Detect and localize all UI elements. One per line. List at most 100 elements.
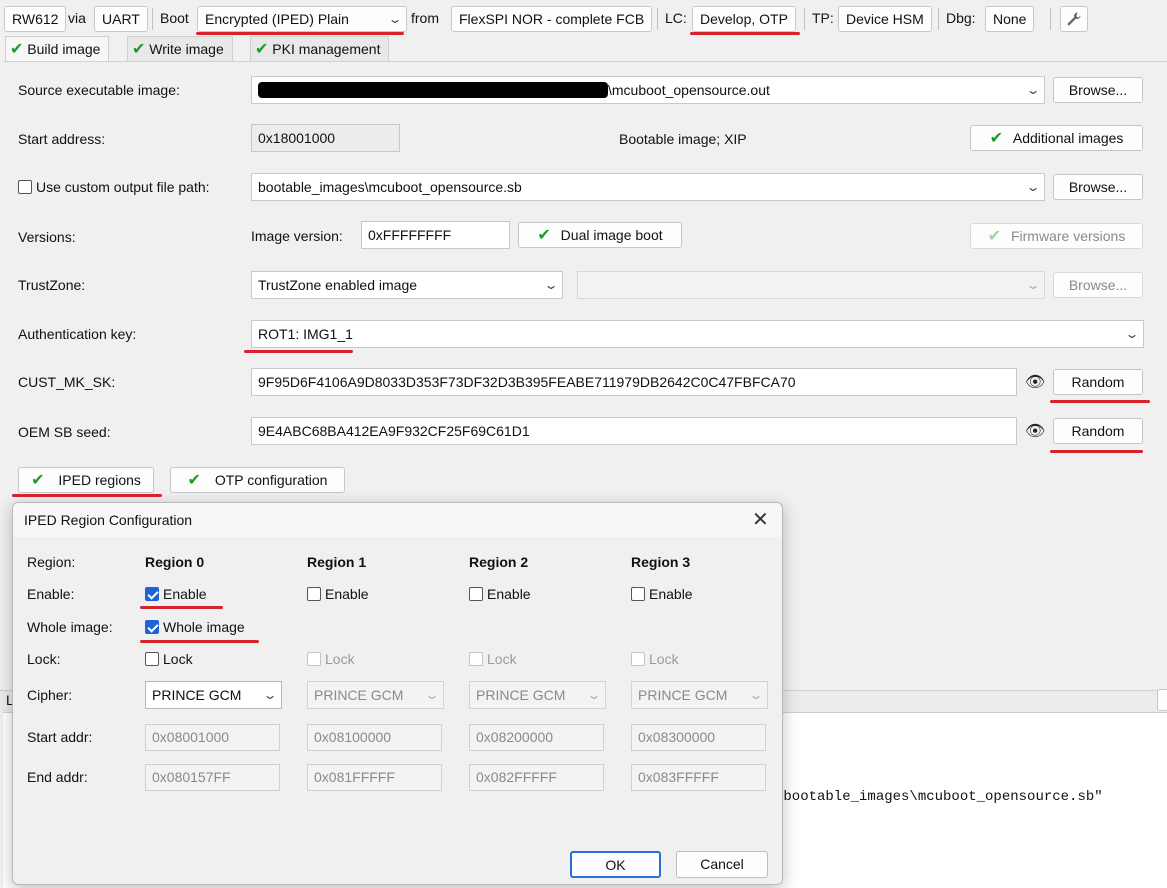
auth-key-combo[interactable]: ROT1: IMG1_1 ⌄ (251, 320, 1144, 348)
boot-memory-selector[interactable]: FlexSPI NOR - complete FCB (451, 6, 653, 32)
output-browse-button[interactable]: Browse... (1053, 174, 1143, 200)
cust-mk-sk-random-button[interactable]: Random (1053, 369, 1143, 395)
region-1-end-addr[interactable]: 0x081FFFFF (307, 764, 442, 791)
highlight-underline (196, 32, 404, 35)
enable-label: Enable (325, 586, 369, 602)
region-0-lock-checkbox[interactable]: Lock (145, 651, 193, 667)
source-browse-button[interactable]: Browse... (1053, 77, 1143, 103)
auth-key-label: Authentication key: (18, 326, 137, 342)
region-2-cipher-combo[interactable]: PRINCE GCM ⌄ (469, 681, 606, 709)
otp-configuration-button[interactable]: ✔ OTP configuration (170, 467, 345, 493)
region-2-enable-checkbox[interactable]: Enable (469, 586, 531, 602)
region-3-cipher-combo[interactable]: PRINCE GCM ⌄ (631, 681, 768, 709)
otp-configuration-label: OTP configuration (214, 472, 328, 488)
checkbox-icon (631, 652, 645, 666)
interface-selector[interactable]: UART (94, 6, 148, 32)
region-0-whole-image-checkbox[interactable]: Whole image (145, 619, 245, 635)
region-2-end-addr[interactable]: 0x082FFFFF (469, 764, 604, 791)
additional-images-button[interactable]: ✔ Additional images (970, 125, 1143, 151)
start-address-label: Start address: (18, 131, 106, 147)
start-addr-row-label: Start addr: (27, 729, 93, 745)
highlight-underline (140, 606, 223, 609)
highlight-underline (1050, 400, 1150, 403)
output-path-value: bootable_images\mcuboot_opensource.sb (258, 179, 522, 195)
highlight-underline (140, 640, 259, 643)
region-1-lock-checkbox[interactable]: Lock (307, 651, 355, 667)
custom-output-checkbox[interactable]: Use custom output file path: (18, 179, 210, 195)
iped-regions-label: IPED regions (58, 472, 141, 488)
versions-label: Versions: (18, 229, 76, 245)
trust-provisioning-selector[interactable]: Device HSM (838, 6, 932, 32)
firmware-versions-button[interactable]: ✔ Firmware versions (970, 223, 1143, 249)
tab-write-image[interactable]: ✔ Write image (127, 36, 233, 61)
cipher-value: PRINCE GCM (476, 687, 566, 703)
region-2-lock-checkbox[interactable]: Lock (469, 651, 517, 667)
toolbar-separator (804, 8, 805, 30)
chevron-down-icon: ⌄ (1025, 83, 1041, 97)
toolbar-separator (1050, 8, 1051, 30)
source-image-label: Source executable image: (18, 82, 180, 98)
debug-selector[interactable]: None (985, 6, 1035, 32)
toolbar-separator (657, 8, 658, 30)
region-1-start-addr[interactable]: 0x08100000 (307, 724, 442, 751)
highlight-underline (12, 494, 162, 497)
region-3-start-addr[interactable]: 0x08300000 (631, 724, 766, 751)
log-toolbar-button[interactable] (1157, 689, 1167, 711)
lock-row-label: Lock: (27, 651, 61, 667)
oem-sb-seed-label: OEM SB seed: (18, 424, 111, 440)
bootable-image-info: Bootable image; XIP (619, 131, 747, 147)
start-address-field[interactable]: 0x18001000 (251, 124, 400, 152)
dual-image-boot-button[interactable]: ✔ Dual image boot (518, 222, 682, 248)
region-3-header: Region 3 (631, 554, 691, 570)
region-3-end-addr[interactable]: 0x083FFFFF (631, 764, 766, 791)
lock-label: Lock (163, 651, 193, 667)
region-3-enable-checkbox[interactable]: Enable (631, 586, 693, 602)
region-1-cipher-combo[interactable]: PRINCE GCM ⌄ (307, 681, 444, 709)
boot-type-value: Encrypted (IPED) Plain (205, 11, 349, 27)
cipher-value: PRINCE GCM (638, 687, 728, 703)
region-row-label: Region: (27, 554, 76, 570)
region-2-start-addr[interactable]: 0x08200000 (469, 724, 604, 751)
cust-mk-sk-field[interactable]: 9F95D6F4106A9D8033D353F73DF32D3B395FEABE… (251, 368, 1017, 396)
enable-label: Enable (649, 586, 693, 602)
ok-button[interactable]: OK (570, 851, 661, 878)
image-version-field[interactable]: 0xFFFFFFFF (361, 221, 510, 249)
cancel-button[interactable]: Cancel (676, 851, 768, 878)
eye-icon[interactable]: 👁 (1025, 372, 1045, 392)
check-icon: ✔ (989, 130, 1003, 147)
iped-regions-button[interactable]: ✔ IPED regions (18, 467, 154, 493)
check-icon: ✔ (255, 41, 269, 58)
region-0-start-addr[interactable]: 0x08001000 (145, 724, 280, 751)
region-1-enable-checkbox[interactable]: Enable (307, 586, 369, 602)
region-3-lock-checkbox[interactable]: Lock (631, 651, 679, 667)
trustzone-browse-button[interactable]: Browse... (1053, 272, 1143, 298)
lock-label: Lock (649, 651, 679, 667)
region-0-cipher-combo[interactable]: PRINCE GCM ⌄ (145, 681, 282, 709)
source-image-value: \mcuboot_opensource.out (608, 82, 770, 98)
check-icon: ✔ (132, 41, 146, 58)
oem-sb-seed-random-button[interactable]: Random (1053, 418, 1143, 444)
tab-label: Write image (149, 41, 224, 57)
source-image-combo[interactable]: \mcuboot_opensource.out ⌄ (251, 76, 1045, 104)
output-path-combo[interactable]: bootable_images\mcuboot_opensource.sb ⌄ (251, 173, 1045, 201)
region-0-end-addr[interactable]: 0x080157FF (145, 764, 280, 791)
region-0-enable-checkbox[interactable]: Enable (145, 586, 207, 602)
tab-pki-management[interactable]: ✔ PKI management (250, 36, 390, 61)
eye-icon[interactable]: 👁 (1025, 421, 1045, 441)
image-version-label: Image version: (251, 228, 343, 244)
trustzone-combo[interactable]: TrustZone enabled image ⌄ (251, 271, 563, 299)
cipher-row-label: Cipher: (27, 687, 73, 703)
additional-images-label: Additional images (1012, 130, 1124, 146)
trustzone-file-combo[interactable]: ⌄ (577, 271, 1045, 299)
checkbox-icon (18, 180, 32, 194)
check-icon: ✔ (537, 227, 551, 244)
close-icon[interactable]: ✕ (752, 507, 769, 532)
chevron-down-icon: ⌄ (1124, 327, 1140, 341)
tab-build-image[interactable]: ✔ Build image (5, 36, 110, 62)
boot-type-combo[interactable]: Encrypted (IPED) Plain ⌄ (197, 6, 407, 32)
oem-sb-seed-field[interactable]: 9E4ABC68BA412EA9F932CF25F69C61D1 (251, 417, 1017, 445)
highlight-underline (244, 350, 353, 353)
settings-button[interactable] (1060, 6, 1088, 32)
lifecycle-selector[interactable]: Develop, OTP (692, 6, 796, 32)
device-selector[interactable]: RW612 (4, 6, 67, 32)
